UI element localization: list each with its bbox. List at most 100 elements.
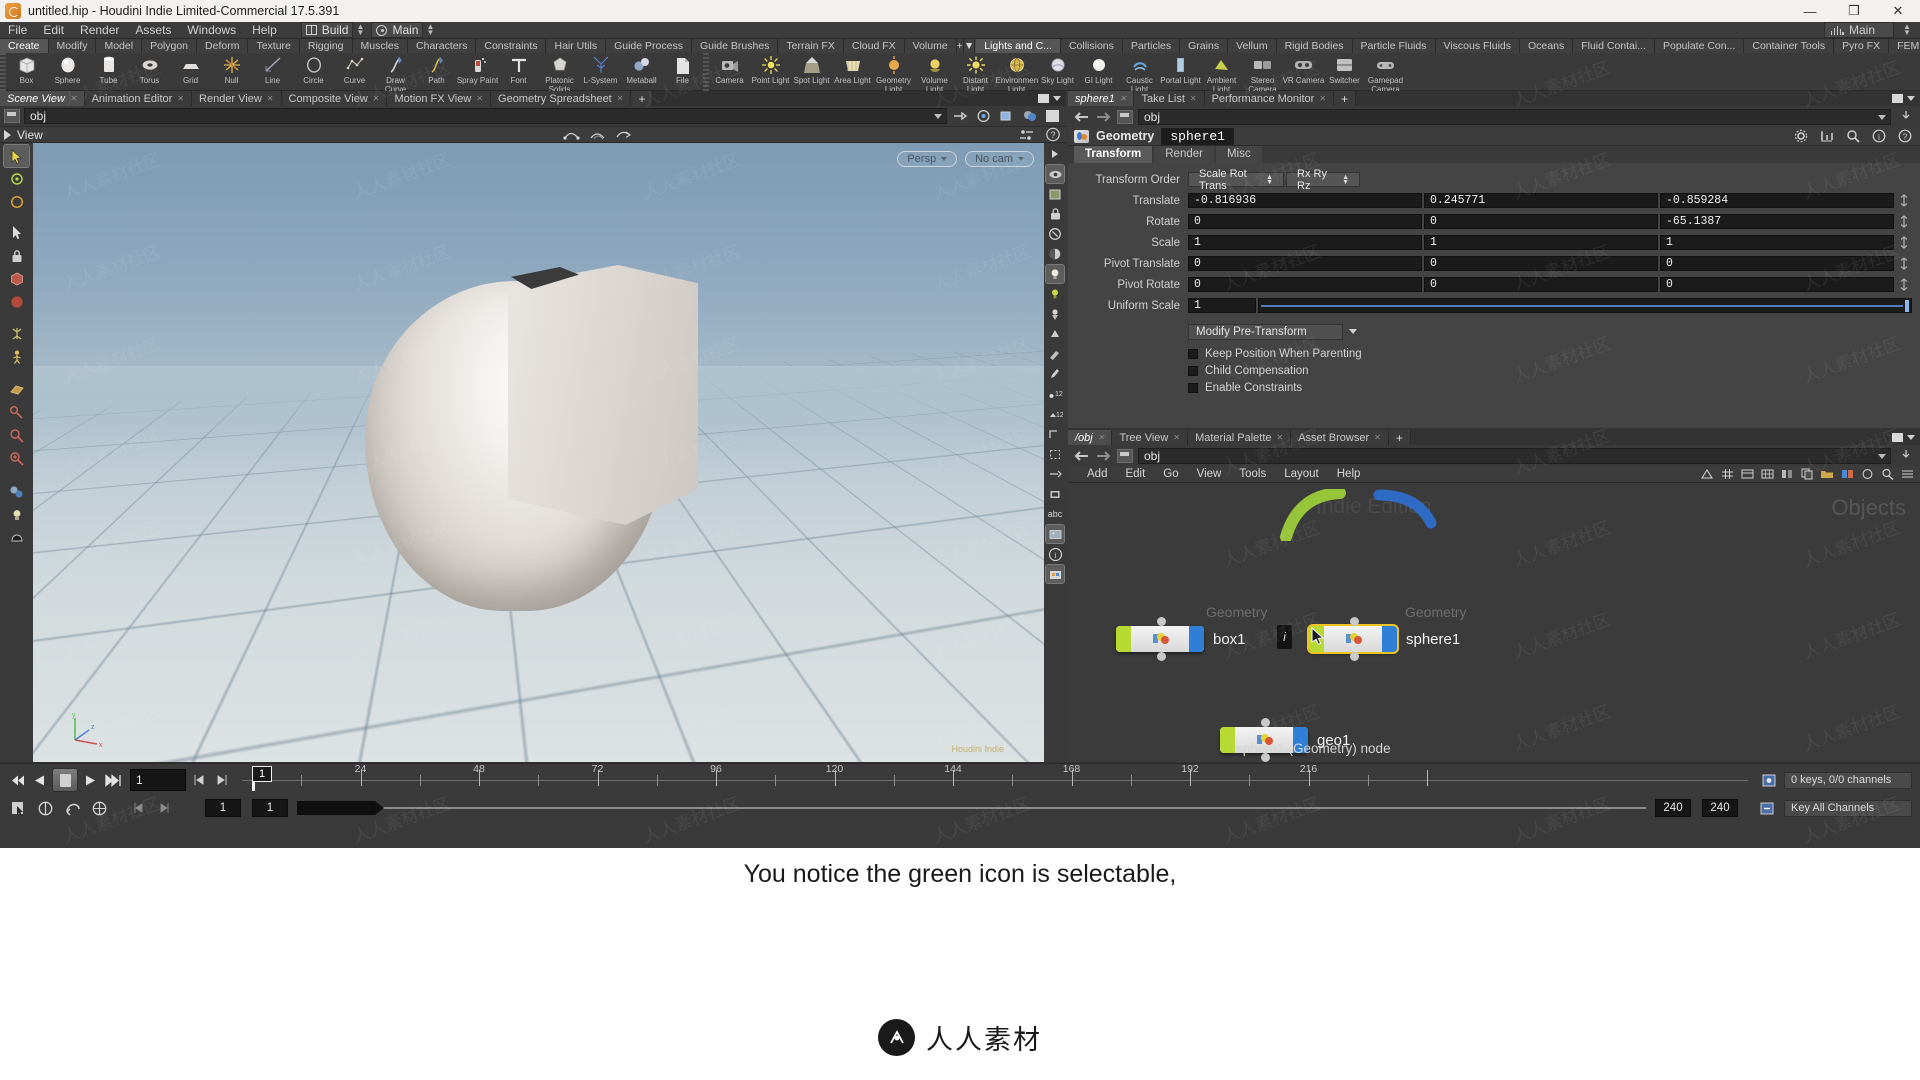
shelf-tool-area-light[interactable]: Area Light <box>832 53 873 91</box>
shelf-tab-particles[interactable]: Particles <box>1122 39 1181 53</box>
range-end-input[interactable]: 240 <box>1655 799 1691 817</box>
param-value-input-0[interactable]: 1 <box>1188 235 1422 250</box>
node-input-connector[interactable] <box>1261 718 1270 727</box>
histogram-icon[interactable] <box>1817 127 1836 145</box>
shelf-tab-terrain-fx[interactable]: Terrain FX <box>778 39 844 53</box>
range-slider-handle[interactable] <box>297 801 384 815</box>
param-value-input-1[interactable]: 0.245771 <box>1424 193 1658 208</box>
param-value-input[interactable]: 1 <box>1188 298 1256 313</box>
box-geometry[interactable] <box>508 265 698 525</box>
param-slider[interactable] <box>1258 298 1912 313</box>
param-value-input-0[interactable]: 0 <box>1188 214 1422 229</box>
minimize-button[interactable]: — <box>1788 0 1832 22</box>
shelf-tool-stereo-camera[interactable]: Stereo Camera <box>1242 53 1283 91</box>
param-value-input-0[interactable]: 0 <box>1188 256 1422 271</box>
headlight-icon[interactable] <box>1046 285 1064 303</box>
gear-icon[interactable] <box>1791 127 1810 145</box>
network-settings-icon[interactable] <box>1899 467 1915 481</box>
sphere-tool-icon[interactable] <box>4 291 29 313</box>
bbox-icon[interactable] <box>1046 445 1064 463</box>
network-menu-layout[interactable]: Layout <box>1275 466 1328 483</box>
display-geometry-icon[interactable] <box>997 107 1016 125</box>
scene-path-chevron-icon[interactable] <box>934 114 942 119</box>
normals-icon[interactable] <box>1046 425 1064 443</box>
param-dropdown-0[interactable]: Scale Rot Trans ▲ ▼ <box>1188 168 1284 192</box>
shelf-tool-draw-curve[interactable]: Draw Curve <box>375 53 416 91</box>
shelf-add-tab-left[interactable]: + <box>956 39 964 53</box>
shelf-tool-caustic-light[interactable]: Caustic Light <box>1119 53 1160 91</box>
node-info-flag[interactable]: i <box>1277 625 1292 649</box>
desktop-spinner[interactable]: ▲ ▼ <box>353 22 367 38</box>
node-input-connector[interactable] <box>1157 617 1166 626</box>
background-image-icon[interactable] <box>1045 524 1065 544</box>
checkbox-row-keep-position-when-parenting[interactable]: Keep Position When Parenting <box>1188 345 1912 362</box>
close-icon[interactable]: ✕ <box>1319 94 1326 103</box>
display-options-icon[interactable] <box>1045 164 1065 184</box>
shelf-tool-point-light[interactable]: Point Light <box>750 53 791 91</box>
jump-end-button[interactable] <box>103 769 124 791</box>
shelf-tool-box[interactable]: Box <box>6 53 47 91</box>
nav-forward-icon[interactable] <box>1095 109 1112 124</box>
timeline-ruler[interactable]: 24 48 72 96 120 144 168 192 216 1 <box>242 763 1748 794</box>
network-folder-icon[interactable] <box>1819 467 1835 481</box>
key-all-channels-button[interactable]: Key All Channels <box>1784 799 1912 817</box>
spotlight-icon[interactable] <box>1046 305 1064 323</box>
shelf-tool-grid[interactable]: Grid <box>170 53 211 91</box>
shelf-tab-rigid-bodies[interactable]: Rigid Bodies <box>1276 39 1353 53</box>
close-icon[interactable]: ✕ <box>70 94 77 103</box>
shelf-tool-font[interactable]: Font <box>498 53 539 91</box>
param-link-icon[interactable] <box>1896 214 1912 229</box>
shelf-tool-vr-camera[interactable]: VR Camera <box>1283 53 1324 91</box>
close-icon[interactable]: ✕ <box>267 94 274 103</box>
lock-tool-icon[interactable] <box>4 245 29 267</box>
node-input-connector[interactable] <box>1350 617 1359 626</box>
checkbox[interactable] <box>1188 382 1198 393</box>
shelf-tool-l-system[interactable]: L-System <box>580 53 621 91</box>
network-columns-icon[interactable] <box>1779 467 1795 481</box>
shelf-tab-populate-con[interactable]: Populate Con... <box>1654 39 1745 53</box>
menu-item-assets[interactable]: Assets <box>127 22 179 39</box>
network-grid-icon[interactable] <box>1719 467 1735 481</box>
network-menu-edit[interactable]: Edit <box>1116 466 1154 483</box>
shelf-tab-oceans[interactable]: Oceans <box>1520 39 1574 53</box>
shelf-tool-camera[interactable]: Camera <box>709 53 750 91</box>
rig-tool-icon[interactable] <box>4 323 29 345</box>
snap-curve-icon[interactable] <box>614 126 633 144</box>
network-menu-add[interactable]: Add <box>1078 466 1116 483</box>
parameters-maximize-icon[interactable] <box>1892 94 1903 103</box>
shelf-tab-muscles[interactable]: Muscles <box>352 39 409 53</box>
material-tool-icon[interactable] <box>4 481 29 503</box>
close-icon[interactable]: ✕ <box>1098 433 1105 442</box>
uv-display-icon[interactable] <box>1046 485 1064 503</box>
node-green-flag[interactable] <box>1220 727 1235 753</box>
network-shape-icon[interactable] <box>1859 467 1875 481</box>
select-tool-icon[interactable] <box>3 144 30 168</box>
range-end-secondary-input[interactable]: 240 <box>1702 799 1738 817</box>
viewport-options-icon[interactable] <box>1017 126 1036 144</box>
param-value-input-1[interactable]: 0 <box>1424 214 1658 229</box>
rotate-mode-icon[interactable] <box>33 797 57 819</box>
ghost-display-icon[interactable] <box>1046 185 1064 203</box>
pointer-tool-icon[interactable] <box>4 222 29 244</box>
zoom-tool-icon[interactable] <box>4 424 29 446</box>
handle-tool-icon[interactable] <box>4 168 29 190</box>
menu-item-windows[interactable]: Windows <box>179 22 244 39</box>
tab-tree-view[interactable]: Tree View ✕ <box>1112 430 1189 445</box>
text-display-icon[interactable]: abc <box>1046 505 1064 523</box>
current-frame-input[interactable]: 1 <box>130 769 186 791</box>
lighting-mode-icon[interactable] <box>1045 264 1065 284</box>
frame-prev-button[interactable] <box>188 769 209 791</box>
material-preview-icon[interactable] <box>1020 107 1039 125</box>
shelf-tab-container-tools[interactable]: Container Tools <box>1744 39 1835 53</box>
measure-tool-icon[interactable] <box>4 401 29 423</box>
shelf-tool-line[interactable]: Line <box>252 53 293 91</box>
play-button[interactable] <box>80 769 101 791</box>
range-start-input[interactable]: 1 <box>205 799 241 817</box>
projection-selector[interactable]: Persp <box>897 151 958 167</box>
close-icon[interactable]: ✕ <box>1173 433 1180 442</box>
param-value-input-1[interactable]: 0 <box>1424 277 1658 292</box>
shelf-tab-collisions[interactable]: Collisions <box>1060 39 1123 53</box>
tab-motion-fx-view[interactable]: Motion FX View ✕ <box>387 91 492 106</box>
shelf-tool-path[interactable]: Path <box>416 53 457 91</box>
shelf-tab-model[interactable]: Model <box>96 39 143 53</box>
